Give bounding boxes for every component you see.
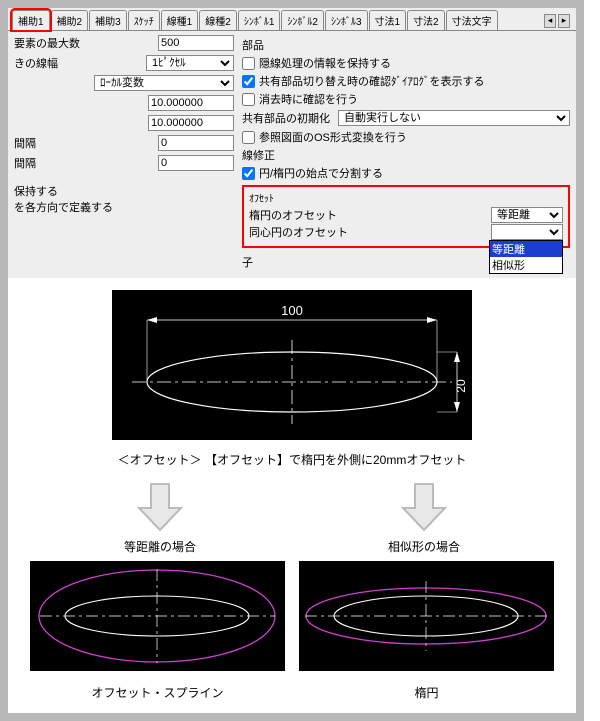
concentric-offset-label: 同心円のオフセット bbox=[249, 224, 491, 240]
result-label-ellipse: 楕円 bbox=[299, 684, 554, 701]
down-arrow-icon bbox=[401, 482, 447, 532]
dropdown-option-equidistant[interactable]: 等距離 bbox=[490, 241, 562, 257]
tab-aux3[interactable]: 補助3 bbox=[89, 10, 127, 30]
dim-width-value: 100 bbox=[281, 303, 303, 318]
num1-input[interactable] bbox=[148, 95, 234, 111]
tab-symbol3[interactable]: ｼﾝﾎﾞﾙ3 bbox=[325, 10, 368, 30]
shared-init-select[interactable]: 自動実行しない bbox=[338, 110, 570, 126]
spacing2-label: 間隔 bbox=[14, 155, 158, 171]
max-elements-input[interactable] bbox=[158, 35, 234, 51]
offset-group: ｵﾌｾｯﾄ 楕円のオフセット 等距離 同心円のオフセット 等距離 bbox=[242, 185, 570, 248]
parts-section-title: 部品 bbox=[242, 37, 570, 53]
hidden-line-checkbox[interactable] bbox=[242, 57, 255, 70]
hidden-line-label: 隠線処理の情報を保持する bbox=[259, 55, 391, 71]
split-start-checkbox[interactable] bbox=[242, 167, 255, 180]
ellipse-offset-select[interactable]: 等距離 bbox=[491, 207, 563, 223]
figure-offset-similar bbox=[299, 561, 554, 671]
caption-main: ＜オフセット＞ 【オフセット】で楕円を外側に20mmオフセット bbox=[28, 451, 556, 468]
concentric-offset-select[interactable] bbox=[491, 224, 563, 240]
tab-linetype1[interactable]: 線種1 bbox=[161, 10, 199, 30]
tab-dim1[interactable]: 寸法1 bbox=[369, 10, 407, 30]
os-convert-checkbox[interactable] bbox=[242, 131, 255, 144]
line-width-select[interactable]: 1ﾋﾟｸｾﾙ bbox=[146, 55, 234, 71]
dropdown-option-similar[interactable]: 相似形 bbox=[490, 257, 562, 273]
tab-symbol1[interactable]: ｼﾝﾎﾞﾙ1 bbox=[238, 10, 281, 30]
tab-bar: 補助1 補助2 補助3 ｽｹｯﾁ 線種1 線種2 ｼﾝﾎﾞﾙ1 ｼﾝﾎﾞﾙ2 ｼ… bbox=[8, 8, 576, 31]
spacing2-input[interactable] bbox=[158, 155, 234, 171]
dim-height-value: 20 bbox=[454, 379, 468, 393]
offset-group-title: ｵﾌｾｯﾄ bbox=[249, 190, 563, 205]
concentric-offset-dropdown: 等距離 相似形 bbox=[489, 240, 563, 274]
keep-label: 保持する bbox=[14, 183, 234, 199]
max-elements-label: 要素の最大数 bbox=[14, 35, 158, 51]
figure-source-ellipse: 100 20 bbox=[112, 290, 472, 440]
spacing-label: 間隔 bbox=[14, 135, 158, 151]
spacing-input[interactable] bbox=[158, 135, 234, 151]
settings-dialog: 補助1 補助2 補助3 ｽｹｯﾁ 線種1 線種2 ｼﾝﾎﾞﾙ1 ｼﾝﾎﾞﾙ2 ｼ… bbox=[8, 8, 576, 278]
erase-confirm-label: 消去時に確認を行う bbox=[259, 91, 358, 107]
case-equidistant-label: 等距離の場合 bbox=[124, 538, 196, 555]
figure-offset-equidistant bbox=[30, 561, 285, 671]
linemod-section-title: 線修正 bbox=[242, 147, 570, 163]
tab-dim2[interactable]: 寸法2 bbox=[407, 10, 445, 30]
tab-linetype2[interactable]: 線種2 bbox=[199, 10, 237, 30]
tab-aux1[interactable]: 補助1 bbox=[12, 10, 50, 30]
os-convert-label: 参照図面のOS形式変換を行う bbox=[259, 129, 407, 145]
tab-symbol2[interactable]: ｼﾝﾎﾞﾙ2 bbox=[281, 10, 324, 30]
erase-confirm-checkbox[interactable] bbox=[242, 93, 255, 106]
shared-confirm-checkbox[interactable] bbox=[242, 75, 255, 88]
down-arrow-icon bbox=[137, 482, 183, 532]
var-type-select[interactable]: ﾛｰｶﾙ変数 bbox=[94, 75, 234, 91]
line-width-label: きの線幅 bbox=[14, 55, 146, 71]
shared-init-label: 共有部品の初期化 bbox=[242, 110, 330, 126]
tab-sketch[interactable]: ｽｹｯﾁ bbox=[128, 10, 160, 30]
result-label-spline: オフセット・スプライン bbox=[30, 684, 285, 701]
ellipse-offset-label: 楕円のオフセット bbox=[249, 207, 491, 223]
tabs-scroll-right[interactable]: ▸ bbox=[558, 14, 570, 28]
split-start-label: 円/楕円の始点で分割する bbox=[259, 165, 383, 181]
num2-input[interactable] bbox=[148, 115, 234, 131]
shared-confirm-label: 共有部品切り替え時の確認ﾀﾞｲｱﾛｸﾞを表示する bbox=[259, 73, 485, 89]
tabs-scroll-left[interactable]: ◂ bbox=[544, 14, 556, 28]
tab-aux2[interactable]: 補助2 bbox=[51, 10, 89, 30]
case-similar-label: 相似形の場合 bbox=[388, 538, 460, 555]
tab-dimtext[interactable]: 寸法文字 bbox=[446, 10, 498, 30]
define-label: を各方向で定義する bbox=[14, 199, 234, 215]
